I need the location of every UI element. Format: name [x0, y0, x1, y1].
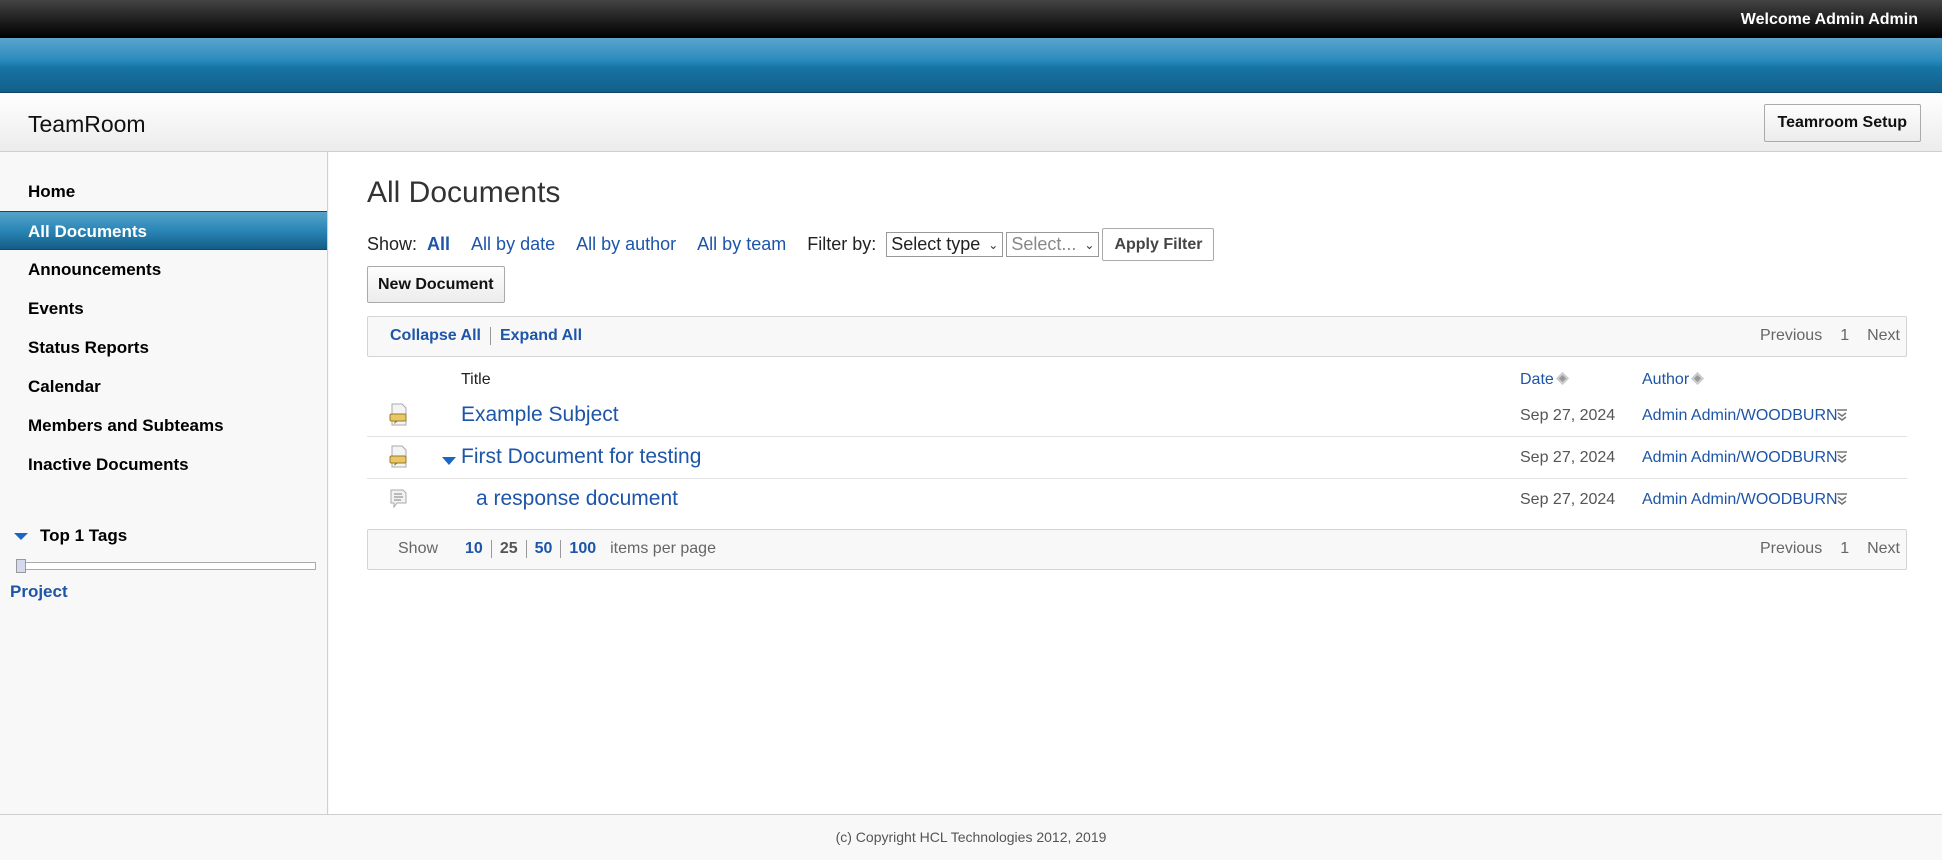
chevron-down-icon: ⌄ — [988, 237, 999, 252]
tag-link-project[interactable]: Project — [10, 582, 68, 602]
slider-handle[interactable] — [16, 559, 26, 573]
sidebar-item-status-reports[interactable]: Status Reports — [0, 328, 327, 367]
show-all-link[interactable]: All — [427, 234, 450, 255]
column-header-date-label: Date — [1520, 371, 1554, 388]
tag-cloud-slider[interactable] — [16, 559, 316, 573]
main-document-icon — [389, 403, 407, 426]
per-page-show-label: Show — [398, 540, 439, 557]
document-author-link[interactable]: Admin Admin/WOODBURN — [1642, 449, 1838, 467]
sidebar-item-all-documents[interactable]: All Documents — [0, 211, 327, 250]
filter-label: Filter by: — [807, 234, 877, 254]
page-number[interactable]: 1 — [1840, 540, 1849, 558]
welcome-text: Welcome Admin Admin — [1740, 11, 1918, 28]
document-author-link[interactable]: Admin Admin/WOODBURN — [1642, 491, 1838, 509]
sidebar-item-members-and-subteams[interactable]: Members and Subteams — [0, 406, 327, 445]
copyright-text: (c) Copyright HCL Technologies 2012, 201… — [835, 829, 1107, 845]
show-all-by-date-link[interactable]: All by date — [471, 234, 555, 255]
next-page-link[interactable]: Next — [1867, 327, 1900, 345]
document-date: Sep 27, 2024 — [1520, 449, 1616, 466]
sidebar-item-announcements[interactable]: Announcements — [0, 250, 327, 289]
expand-details-icon[interactable] — [1835, 407, 1849, 423]
sidebar-nav: Home All Documents Announcements Events … — [0, 172, 327, 484]
divider — [560, 540, 562, 558]
collapse-triangle-icon — [14, 532, 28, 540]
document-date: Sep 27, 2024 — [1520, 491, 1616, 508]
footer: (c) Copyright HCL Technologies 2012, 201… — [0, 814, 1942, 860]
filter-type-select[interactable]: Select type ⌄ — [886, 232, 1004, 257]
table-row: a response document Sep 27, 2024 Admin A… — [367, 479, 1907, 521]
expand-all-link[interactable]: Expand All — [500, 327, 582, 345]
document-title-link[interactable]: a response document — [476, 487, 678, 511]
collapse-triangle-icon[interactable] — [442, 457, 456, 465]
expand-details-icon[interactable] — [1835, 449, 1849, 465]
main-document-icon — [389, 445, 407, 468]
show-all-by-team-link[interactable]: All by team — [697, 234, 786, 255]
view-toolbar: Collapse All Expand All Previous 1 Next — [367, 316, 1907, 357]
tags-section-toggle[interactable]: Top 1 Tags — [14, 526, 127, 546]
filter-value-placeholder: Select... — [1011, 234, 1077, 254]
previous-page-link[interactable]: Previous — [1760, 327, 1822, 345]
top-bar: Welcome Admin Admin — [0, 0, 1942, 38]
pager-bottom: Previous 1 Next — [1742, 540, 1900, 558]
app-title: TeamRoom — [28, 111, 146, 137]
pagination-bar: Show 10 25 50 100 items per page Previou… — [367, 529, 1907, 570]
document-title-link[interactable]: Example Subject — [461, 403, 619, 427]
table-row: Example Subject Sep 27, 2024 Admin Admin… — [367, 395, 1907, 437]
divider — [490, 540, 492, 558]
expand-details-icon[interactable] — [1835, 491, 1849, 507]
filter-type-value: Select type — [891, 234, 981, 254]
tags-title: Top 1 Tags — [40, 526, 128, 545]
sort-icon — [1555, 372, 1569, 385]
collapse-all-link[interactable]: Collapse All — [390, 327, 481, 345]
new-document-button[interactable]: New Document — [367, 266, 505, 303]
pager-top: Previous 1 Next — [1742, 327, 1900, 345]
chevron-down-icon: ⌄ — [1084, 237, 1095, 252]
show-filter-bar: Show: All All by date All by author All … — [367, 228, 1215, 261]
table-row: First Document for testing Sep 27, 2024 … — [367, 437, 1907, 479]
sidebar-item-events[interactable]: Events — [0, 289, 327, 328]
document-title-link[interactable]: First Document for testing — [461, 445, 701, 469]
teamroom-setup-button[interactable]: Teamroom Setup — [1763, 104, 1921, 142]
page-number[interactable]: 1 — [1840, 327, 1849, 345]
show-label: Show: — [367, 234, 418, 254]
filter-value-select[interactable]: Select... ⌄ — [1006, 232, 1100, 257]
sidebar-item-calendar[interactable]: Calendar — [0, 367, 327, 406]
document-date: Sep 27, 2024 — [1520, 407, 1616, 424]
document-author-link[interactable]: Admin Admin/WOODBURN — [1642, 407, 1838, 425]
sidebar: Home All Documents Announcements Events … — [0, 152, 328, 814]
per-page-100[interactable]: 100 — [569, 540, 596, 558]
column-header-author[interactable]: Author — [1642, 371, 1705, 389]
title-bar: TeamRoom Teamroom Setup — [0, 93, 1942, 152]
response-document-icon — [390, 489, 407, 509]
show-all-by-author-link[interactable]: All by author — [576, 234, 676, 255]
banner — [0, 38, 1942, 93]
per-page-10[interactable]: 10 — [465, 540, 483, 558]
items-per-page-label: items per page — [610, 540, 716, 557]
column-header-title: Title — [461, 371, 491, 388]
column-header-author-label: Author — [1642, 371, 1690, 388]
sidebar-item-inactive-documents[interactable]: Inactive Documents — [0, 445, 327, 484]
apply-filter-button[interactable]: Apply Filter — [1102, 228, 1215, 261]
per-page-50[interactable]: 50 — [535, 540, 553, 558]
per-page-25[interactable]: 25 — [500, 540, 518, 558]
main-content: All Documents Show: All All by date All … — [329, 152, 1942, 814]
divider — [525, 540, 527, 558]
sidebar-item-home[interactable]: Home — [0, 172, 327, 211]
next-page-link[interactable]: Next — [1867, 540, 1900, 558]
column-header-date[interactable]: Date — [1520, 371, 1569, 389]
page-title: All Documents — [367, 176, 561, 209]
divider — [489, 327, 491, 345]
previous-page-link[interactable]: Previous — [1760, 540, 1822, 558]
sort-icon — [1691, 372, 1705, 385]
